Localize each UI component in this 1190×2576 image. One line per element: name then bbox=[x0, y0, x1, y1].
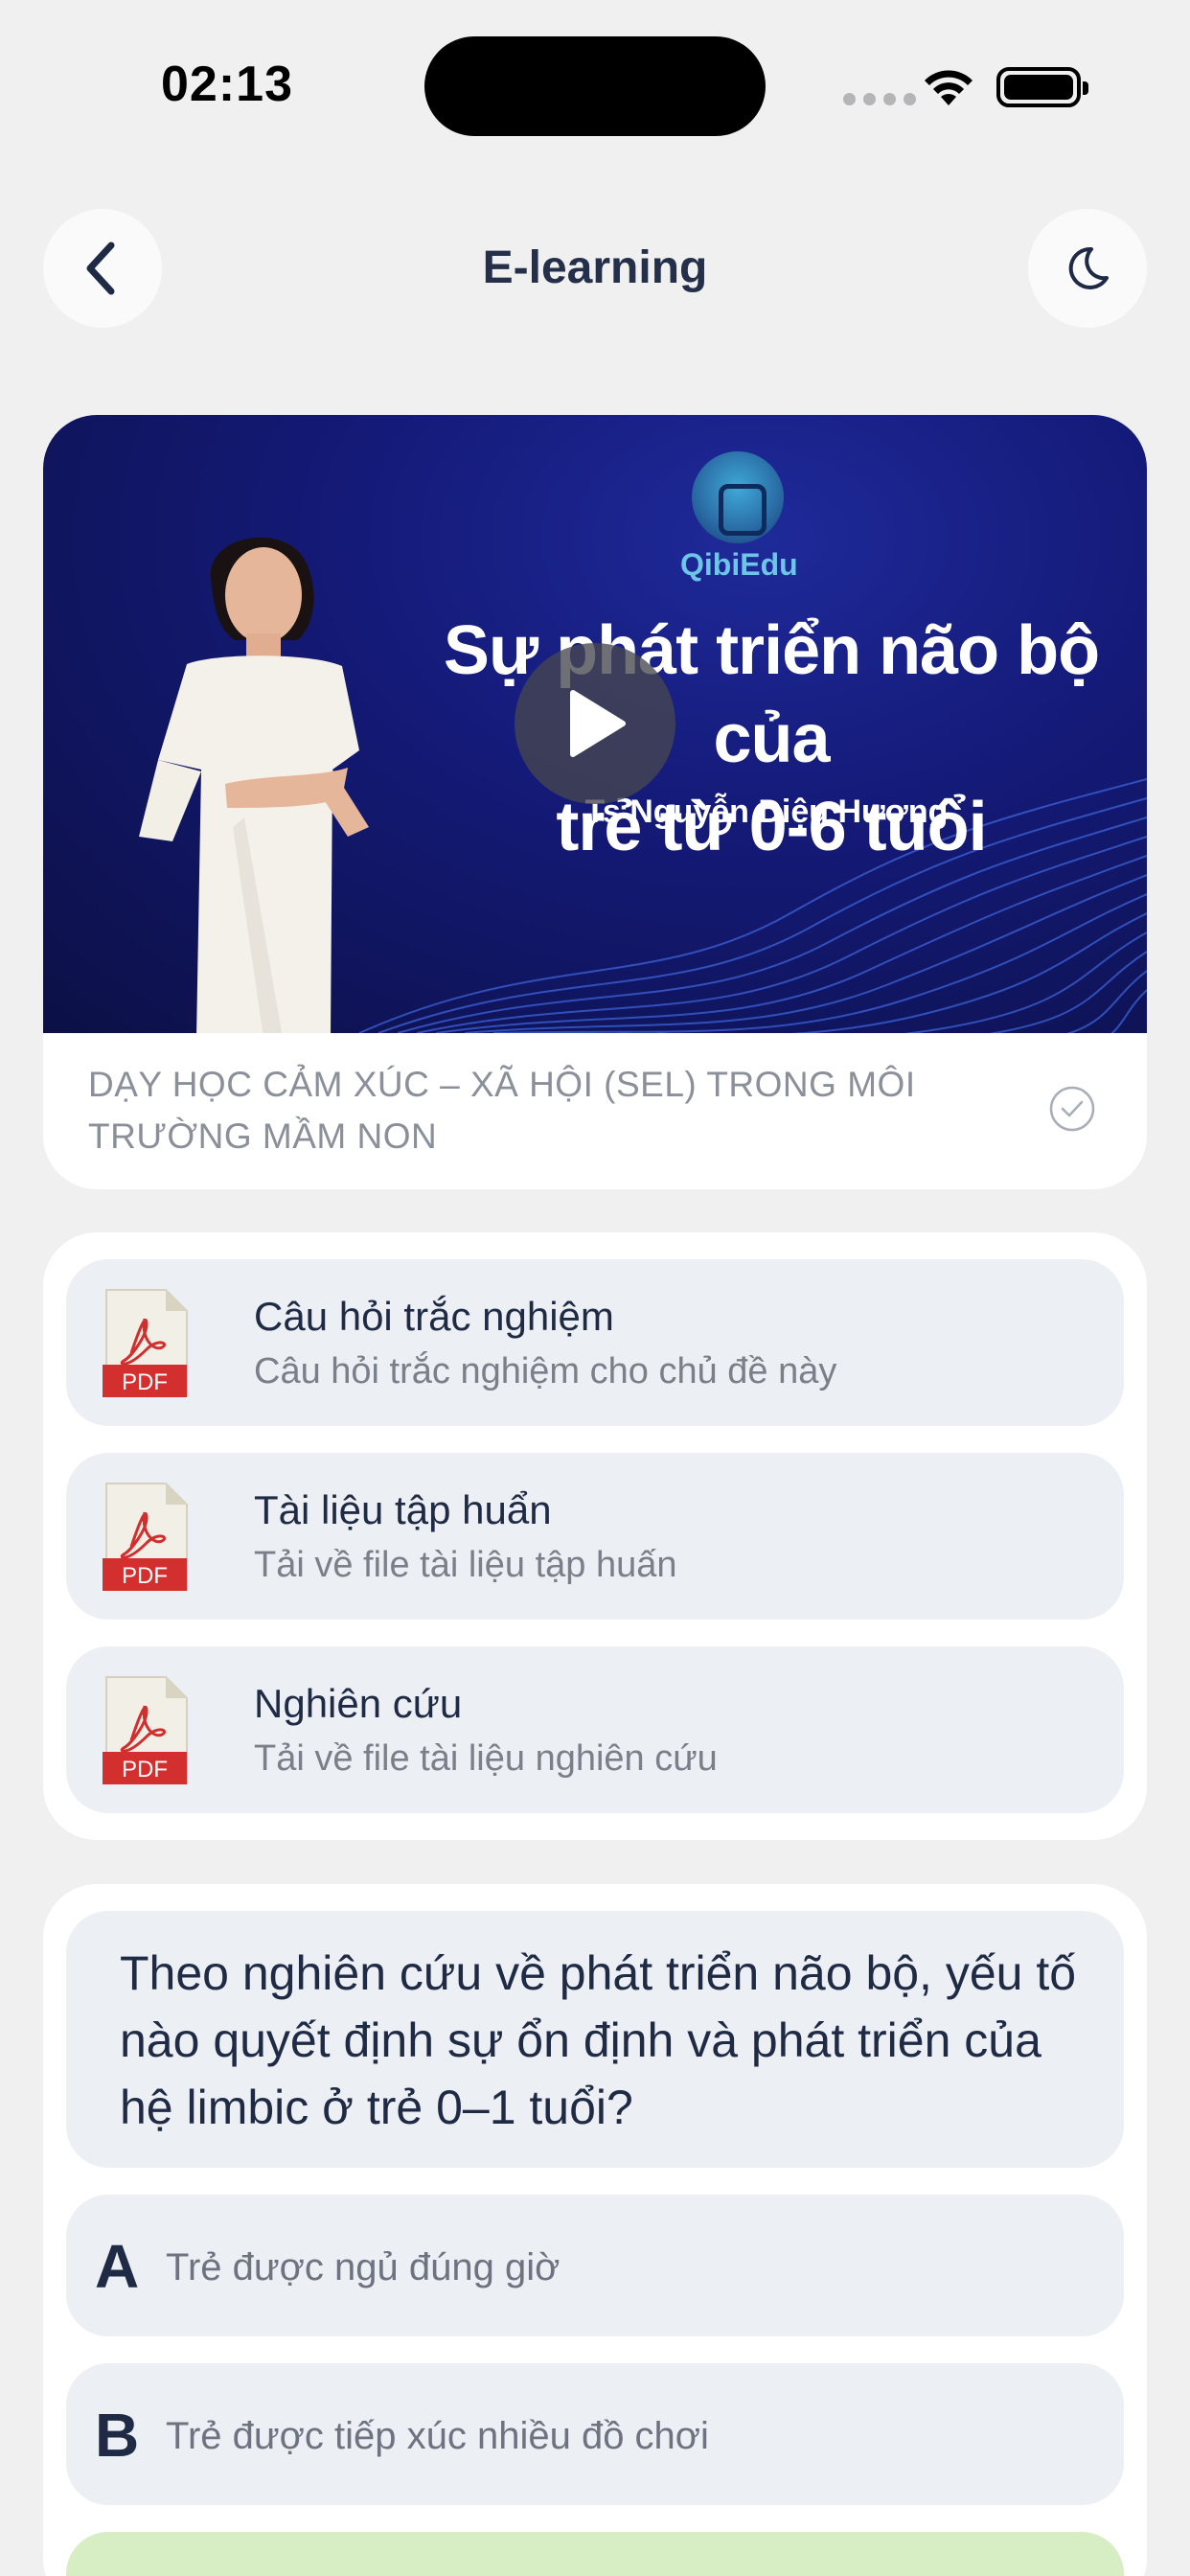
theme-toggle-button[interactable] bbox=[1028, 209, 1147, 328]
pdf-icon: PDF bbox=[103, 1483, 188, 1591]
resource-subtitle: Tải về file tài liệu tập huấn bbox=[254, 1545, 677, 1585]
presenter-photo bbox=[139, 537, 369, 1033]
answer-letter: B bbox=[95, 2401, 140, 2470]
lesson-video-card: QibiEdu Sự phát triển não bộ của trẻ từ … bbox=[43, 415, 1147, 1189]
play-button[interactable] bbox=[515, 643, 675, 804]
answer-letter: A bbox=[95, 2232, 140, 2301]
answer-text: Trẻ được tiếp xúc nhiều đồ chơi bbox=[166, 2415, 709, 2457]
qibiedu-logo: QibiEdu bbox=[680, 451, 798, 583]
logo-text: QibiEdu bbox=[680, 547, 798, 582]
pdf-icon: PDF bbox=[103, 1676, 188, 1784]
play-icon bbox=[570, 690, 626, 757]
resource-title: Nghiên cứu bbox=[254, 1681, 463, 1726]
video-headline: Sự phát triển não bộ của trẻ từ 0-6 tuổi bbox=[402, 607, 1140, 871]
resource-item-research[interactable]: PDF Nghiên cứu Tải về file tài liệu nghi… bbox=[66, 1646, 1124, 1813]
answer-option-c[interactable] bbox=[66, 2532, 1124, 2576]
resource-list: PDF Câu hỏi trắc nghiệm Câu hỏi trắc ngh… bbox=[43, 1232, 1147, 1840]
resource-subtitle: Câu hỏi trắc nghiệm cho chủ đề này bbox=[254, 1351, 837, 1392]
headline-line-1: Sự phát triển não bộ của bbox=[443, 612, 1100, 777]
pdf-badge: PDF bbox=[122, 1563, 168, 1589]
battery-icon bbox=[996, 67, 1088, 107]
wifi-icon bbox=[925, 70, 973, 105]
resource-title: Câu hỏi trắc nghiệm bbox=[254, 1294, 614, 1339]
cellular-signal-icon bbox=[843, 93, 916, 105]
resource-title: Tài liệu tập huẩn bbox=[254, 1487, 552, 1532]
quiz-card: Theo nghiên cứu về phát triển não bộ, yế… bbox=[43, 1884, 1147, 2576]
pdf-badge: PDF bbox=[122, 1757, 168, 1782]
resource-item-training[interactable]: PDF Tài liệu tập huẩn Tải về file tài li… bbox=[66, 1453, 1124, 1620]
presenter-name: Ts Nguyễn Diệu Hương bbox=[584, 794, 949, 830]
check-circle-icon bbox=[1049, 1086, 1095, 1132]
answer-text: Trẻ được ngủ đúng giờ bbox=[166, 2246, 561, 2288]
video-player[interactable]: QibiEdu Sự phát triển não bộ của trẻ từ … bbox=[43, 415, 1147, 1033]
status-bar: 02:13 bbox=[0, 0, 1190, 172]
status-time: 02:13 bbox=[161, 57, 293, 112]
dynamic-island bbox=[424, 36, 766, 136]
lesson-title: DẠY HỌC CẢM XÚC – XÃ HỘI (SEL) TRONG MÔI… bbox=[88, 1065, 916, 1156]
question-text: Theo nghiên cứu về phát triển não bộ, yế… bbox=[120, 1946, 1077, 2134]
resource-item-quiz[interactable]: PDF Câu hỏi trắc nghiệm Câu hỏi trắc ngh… bbox=[66, 1259, 1124, 1426]
page-title: E-learning bbox=[482, 242, 708, 293]
pdf-icon: PDF bbox=[103, 1289, 188, 1397]
answer-option-a[interactable]: A Trẻ được ngủ đúng giờ bbox=[66, 2195, 1124, 2336]
brain-tree-icon bbox=[692, 451, 784, 543]
question-box: Theo nghiên cứu về phát triển não bộ, yế… bbox=[66, 1911, 1124, 2168]
moon-icon bbox=[1068, 246, 1109, 289]
resource-subtitle: Tải về file tài liệu nghiên cứu bbox=[254, 1738, 718, 1779]
pdf-badge: PDF bbox=[122, 1369, 168, 1395]
answer-option-b[interactable]: B Trẻ được tiếp xúc nhiều đồ chơi bbox=[66, 2363, 1124, 2505]
